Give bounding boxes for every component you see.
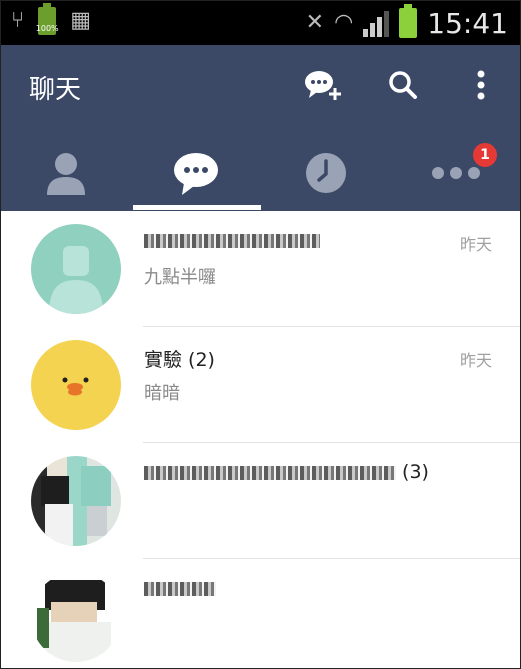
more-options-button[interactable] xyxy=(457,61,505,109)
chat-name: (3) xyxy=(144,461,429,483)
chat-name xyxy=(144,577,216,599)
clock: 15:41 xyxy=(427,6,508,40)
chat-date: 昨天 xyxy=(459,351,492,370)
tab-bar xyxy=(1,135,520,211)
usb-icon: ⑂ xyxy=(11,8,25,33)
avatar xyxy=(31,456,121,546)
chat-item[interactable] xyxy=(1,559,520,668)
page-title: 聊天 xyxy=(29,75,82,105)
duck-icon xyxy=(62,377,89,396)
chat-name: 實驗 (2) xyxy=(144,349,215,371)
status-bar: ⑂ 100% ▦ ✕ ◠ 15:41 xyxy=(1,1,520,45)
add-chat-button[interactable] xyxy=(299,61,347,109)
chats-icon xyxy=(174,153,218,195)
search-icon xyxy=(389,71,417,99)
avatar xyxy=(31,224,121,314)
default-person-icon xyxy=(49,246,103,314)
battery-icon xyxy=(399,4,418,38)
battery-notification-icon: 100% xyxy=(36,3,59,35)
chat-item[interactable]: (3) xyxy=(1,443,520,559)
obscured-name xyxy=(144,233,320,248)
avatar xyxy=(31,340,121,430)
signal-icon xyxy=(363,9,390,37)
chat-list: 九點半囉 昨天 實驗 (2) 暗暗 昨天 (3) xyxy=(1,211,520,668)
tab-friends[interactable] xyxy=(1,135,131,211)
tab-chats[interactable] xyxy=(131,135,261,211)
tab-timeline[interactable] xyxy=(261,135,391,211)
more-vert-icon xyxy=(477,70,485,100)
chat-name xyxy=(144,229,320,251)
chat-preview: 九點半囉 xyxy=(144,267,216,288)
timeline-icon xyxy=(306,153,346,193)
avatar xyxy=(31,572,121,662)
add-chat-icon xyxy=(305,71,341,100)
search-button[interactable] xyxy=(379,61,427,109)
app-bar: 聊天 1 xyxy=(1,45,520,211)
silent-icon: ✕ xyxy=(305,10,325,35)
obscured-name xyxy=(144,465,396,480)
wifi-icon: ◠ xyxy=(334,10,354,35)
friends-icon xyxy=(47,153,85,195)
more-icon xyxy=(432,167,480,179)
group-photo-icon xyxy=(41,466,111,546)
tab-more[interactable] xyxy=(391,135,520,211)
chat-date: 昨天 xyxy=(459,235,492,254)
chat-item[interactable]: 九點半囉 昨天 xyxy=(1,211,520,327)
obscured-name xyxy=(144,581,216,596)
user-photo-icon xyxy=(37,580,111,662)
chat-item[interactable]: 實驗 (2) 暗暗 昨天 xyxy=(1,327,520,443)
more-badge: 1 xyxy=(473,143,497,167)
chat-preview: 暗暗 xyxy=(144,383,180,404)
phone-screen: ⑂ 100% ▦ ✕ ◠ 15:41 聊天 1 九點半囉 昨天 實驗 (2) 暗… xyxy=(0,0,521,669)
sd-card-icon: ▦ xyxy=(70,8,91,33)
active-tab-indicator xyxy=(133,205,261,210)
member-count: (3) xyxy=(402,461,429,483)
